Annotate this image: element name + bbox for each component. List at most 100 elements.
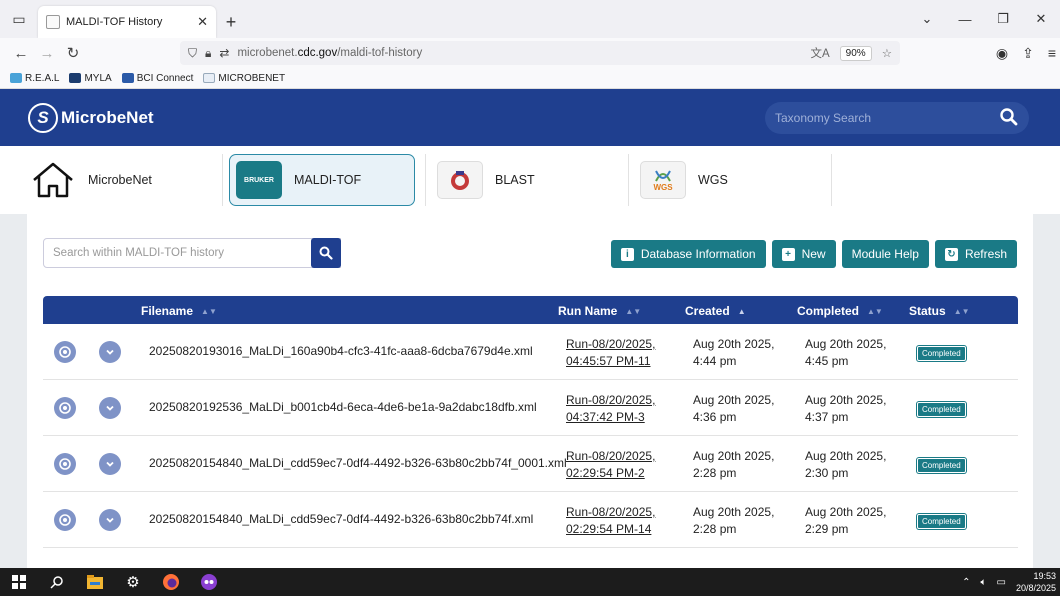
row-run-name-link[interactable]: Run-08/20/2025, 02:29:54 PM-2: [566, 448, 655, 482]
table-row: 20250820192536_MaLDi_b001cb4d-6eca-4de6-…: [43, 380, 1018, 436]
date-line: Aug 20th 2025,: [805, 337, 887, 351]
time-line: 4:36 pm: [693, 410, 737, 424]
run-line: 04:37:42 PM-3: [566, 410, 645, 424]
tab-list-icon[interactable]: ▭: [0, 0, 38, 38]
browser-tab[interactable]: MALDI-TOF History ✕: [38, 6, 216, 38]
date-line: Aug 20th 2025,: [693, 505, 775, 519]
chevron-down-icon[interactable]: [99, 509, 121, 531]
account-icon[interactable]: ◉: [996, 45, 1008, 62]
column-status[interactable]: Status ▲▼: [909, 304, 970, 318]
table-row: 20250820154840_MaLDi_cdd59ec7-0df4-4492-…: [43, 492, 1018, 548]
time-line: 4:44 pm: [693, 354, 737, 368]
lock-icon[interactable]: 🔒︎: [205, 46, 211, 61]
site-logo[interactable]: S MicrobeNet: [28, 103, 154, 133]
bruker-icon: BRUKER: [236, 161, 282, 199]
refresh-button[interactable]: ↻ Refresh: [934, 240, 1017, 268]
forward-icon[interactable]: →: [34, 45, 60, 62]
bookmark-label: MYLA: [84, 72, 112, 84]
eye-icon[interactable]: [54, 509, 76, 531]
logo-icon: S: [28, 103, 58, 133]
date-line: Aug 20th 2025,: [693, 449, 775, 463]
history-panel: i Database Information + New Module Help…: [27, 214, 1033, 568]
time-line: 4:45 pm: [805, 354, 849, 368]
site-header: S MicrobeNet: [0, 89, 1060, 146]
firefox-icon[interactable]: [152, 568, 190, 596]
window-close-icon[interactable]: ✕: [1022, 11, 1060, 27]
history-table-header: Filename ▲▼ Run Name ▲▼ Created ▲ Completed…: [43, 296, 1018, 324]
minimize-icon[interactable]: —: [946, 12, 984, 27]
bookmark-icon: [69, 73, 82, 83]
sort-icon: ▲▼: [953, 306, 970, 316]
tab-microbenet-home[interactable]: MicrobeNet: [30, 156, 152, 204]
wgs-icon-text: WGS: [653, 182, 673, 192]
divider: [628, 154, 629, 206]
share-icon[interactable]: ⇪: [1022, 45, 1034, 62]
run-line: Run-08/20/2025,: [566, 449, 656, 463]
tab-blast[interactable]: BLAST: [437, 156, 535, 204]
table-row: 20250820154840_MaLDi_cdd59ec7-0df4-4492-…: [43, 436, 1018, 492]
sort-icon: ▲▼: [625, 306, 642, 316]
url-prefix: microbenet.: [237, 47, 298, 59]
star-icon[interactable]: ☆: [882, 46, 892, 60]
bookmark-real[interactable]: R.E.A.L: [10, 73, 59, 84]
search-icon[interactable]: [999, 107, 1019, 127]
database-information-button[interactable]: i Database Information: [610, 240, 766, 268]
windows-taskbar: ⚙ ⌃ 🔈︎ ▭ 19:53 20/8/2025: [0, 568, 1060, 596]
clock[interactable]: 19:53 20/8/2025: [1016, 570, 1056, 594]
volume-icon[interactable]: 🔈︎: [981, 577, 987, 588]
reload-icon[interactable]: ↻: [60, 44, 86, 62]
column-label: Status: [909, 304, 946, 318]
windows-start-icon[interactable]: [0, 568, 38, 596]
bookmark-microbenet[interactable]: MICROBENET: [203, 73, 285, 84]
new-button[interactable]: + New: [771, 240, 836, 268]
row-completed: Aug 20th 2025, 2:30 pm: [805, 448, 886, 482]
tab-label: WGS: [698, 173, 728, 187]
chevron-down-icon[interactable]: [99, 341, 121, 363]
close-icon[interactable]: ✕: [197, 14, 208, 30]
chevron-down-icon[interactable]: [99, 397, 121, 419]
bookmark-bci-connect[interactable]: BCI Connect: [121, 73, 193, 84]
bookmark-myla[interactable]: MYLA: [69, 72, 112, 84]
clock-time: 19:53: [1033, 571, 1056, 581]
zoom-level[interactable]: 90%: [839, 45, 872, 61]
eye-icon[interactable]: [54, 453, 76, 475]
app-icon[interactable]: [190, 568, 228, 596]
row-run-name-link[interactable]: Run-08/20/2025, 02:29:54 PM-14: [566, 504, 655, 538]
column-run-name[interactable]: Run Name ▲▼: [558, 304, 641, 318]
eye-icon[interactable]: [54, 341, 76, 363]
shield-icon[interactable]: ⛉: [188, 46, 197, 61]
tab-maldi-tof[interactable]: BRUKER MALDI-TOF: [229, 154, 415, 206]
column-created[interactable]: Created ▲: [685, 304, 746, 318]
row-filename: 20250820193016_MaLDi_160a90b4-cfc3-41fc-…: [149, 344, 533, 358]
button-label: Module Help: [851, 247, 919, 261]
row-run-name-link[interactable]: Run-08/20/2025, 04:45:57 PM-11: [566, 336, 655, 370]
url-bar[interactable]: ⛉ 🔒︎ ⇄ microbenet. cdc.gov/maldi-tof-hist…: [180, 41, 900, 65]
taxonomy-search-input[interactable]: [775, 111, 995, 125]
restore-icon[interactable]: ❐: [984, 11, 1022, 27]
history-search-button[interactable]: [311, 238, 341, 268]
column-label: Created: [685, 304, 730, 318]
translate-icon[interactable]: 文A: [811, 45, 830, 61]
permissions-icon[interactable]: ⇄: [219, 46, 229, 60]
menu-icon[interactable]: ≡: [1048, 45, 1056, 61]
eye-icon[interactable]: [54, 397, 76, 419]
module-help-button[interactable]: Module Help: [841, 240, 929, 268]
plus-icon[interactable]: +: [216, 6, 246, 38]
settings-icon[interactable]: ⚙: [114, 568, 152, 596]
chevron-down-icon[interactable]: [99, 453, 121, 475]
divider: [831, 154, 832, 206]
network-icon[interactable]: ▭: [997, 577, 1006, 588]
tab-wgs[interactable]: WGS WGS: [640, 156, 728, 204]
url-bar-actions: 文A 90% ☆: [811, 45, 892, 61]
column-completed[interactable]: Completed ▲▼: [797, 304, 883, 318]
history-search-input[interactable]: [53, 247, 323, 259]
chevron-up-icon[interactable]: ⌃: [962, 577, 970, 588]
row-run-name-link[interactable]: Run-08/20/2025, 04:37:42 PM-3: [566, 392, 655, 426]
chevron-down-icon[interactable]: ⌄: [908, 11, 946, 27]
tab-label: MicrobeNet: [88, 173, 152, 187]
status-badge: Completed: [917, 458, 966, 473]
file-explorer-icon[interactable]: [76, 568, 114, 596]
back-icon[interactable]: ←: [8, 45, 34, 62]
column-filename[interactable]: Filename ▲▼: [141, 304, 217, 318]
search-icon[interactable]: [38, 568, 76, 596]
